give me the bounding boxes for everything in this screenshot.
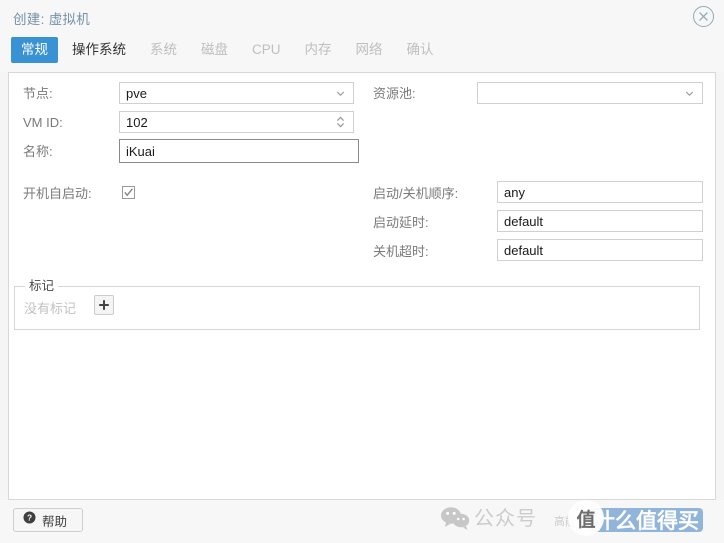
wizard-tabs: 常规 操作系统 系统 磁盘 CPU 内存 网络 确认: [11, 37, 448, 63]
startup-delay-label: 启动延时:: [373, 215, 429, 230]
help-button[interactable]: ? 帮助: [13, 508, 83, 532]
start-order-input[interactable]: any: [497, 181, 703, 203]
tags-fieldset: 标记 没有标记: [14, 279, 700, 330]
vmid-label: VM ID:: [23, 115, 63, 130]
tab-system: 系统: [150, 42, 177, 57]
name-value: iKuai: [126, 143, 155, 159]
pool-combobox[interactable]: [477, 82, 703, 104]
autostart-checkbox[interactable]: [122, 186, 135, 199]
vmid-value: 102: [126, 114, 148, 130]
question-circle-icon: ?: [23, 511, 36, 529]
dialog-titlebar: 创建: 虚拟机: [0, 0, 724, 34]
chevron-down-icon[interactable]: [682, 83, 696, 103]
tags-empty-text: 没有标记: [24, 301, 77, 316]
spinner-updown-icon[interactable]: [333, 112, 347, 132]
autostart-row: 开机自启动:: [23, 183, 92, 205]
shutdown-timeout-label: 关机超时:: [373, 244, 429, 259]
start-order-row: 启动/关机顺序:: [373, 183, 458, 205]
svg-text:?: ?: [27, 513, 32, 523]
vmid-row: VM ID:: [23, 112, 63, 134]
dialog-title: 创建: 虚拟机: [13, 12, 91, 27]
startup-delay-row: 启动延时:: [373, 212, 429, 234]
dialog-footer: ? 帮助: [0, 500, 724, 543]
pool-row: 资源池:: [373, 83, 416, 105]
start-order-value: any: [504, 184, 525, 200]
wizard-tabbar: 常规 操作系统 系统 磁盘 CPU 内存 网络 确认: [0, 34, 724, 72]
vmid-spinner[interactable]: 102: [119, 111, 354, 133]
close-icon[interactable]: [693, 6, 714, 27]
autostart-label: 开机自启动:: [23, 186, 92, 201]
help-button-label: 帮助: [42, 514, 68, 529]
tab-network: 网络: [355, 42, 383, 57]
chevron-down-icon[interactable]: [333, 83, 347, 103]
tab-confirm: 确认: [406, 42, 434, 57]
node-row: 节点:: [23, 83, 53, 105]
tags-legend: 标记: [25, 279, 59, 293]
start-order-label: 启动/关机顺序:: [373, 186, 459, 201]
tab-cpu: CPU: [252, 42, 281, 57]
add-tag-button[interactable]: [94, 295, 114, 315]
startup-delay-input[interactable]: default: [497, 210, 703, 232]
name-row: 名称:: [23, 141, 53, 163]
tab-os[interactable]: 操作系统: [62, 37, 136, 63]
shutdown-timeout-row: 关机超时:: [373, 241, 429, 263]
shutdown-timeout-value: default: [504, 242, 544, 258]
tab-memory: 内存: [304, 42, 332, 57]
name-input[interactable]: iKuai: [119, 139, 359, 163]
startup-delay-value: default: [504, 213, 544, 229]
pool-label: 资源池:: [373, 86, 416, 101]
tab-general[interactable]: 常规: [11, 37, 58, 63]
create-vm-dialog: 创建: 虚拟机 常规 操作系统 系统 磁盘 CPU 内存 网络 确认 节点: p…: [0, 0, 724, 543]
node-combobox[interactable]: pve: [119, 82, 354, 104]
tab-disks: 磁盘: [201, 42, 228, 57]
name-label: 名称:: [23, 144, 53, 159]
node-label: 节点:: [23, 86, 53, 101]
node-value: pve: [126, 85, 147, 101]
plus-icon: [99, 300, 109, 310]
shutdown-timeout-input[interactable]: default: [497, 239, 703, 261]
